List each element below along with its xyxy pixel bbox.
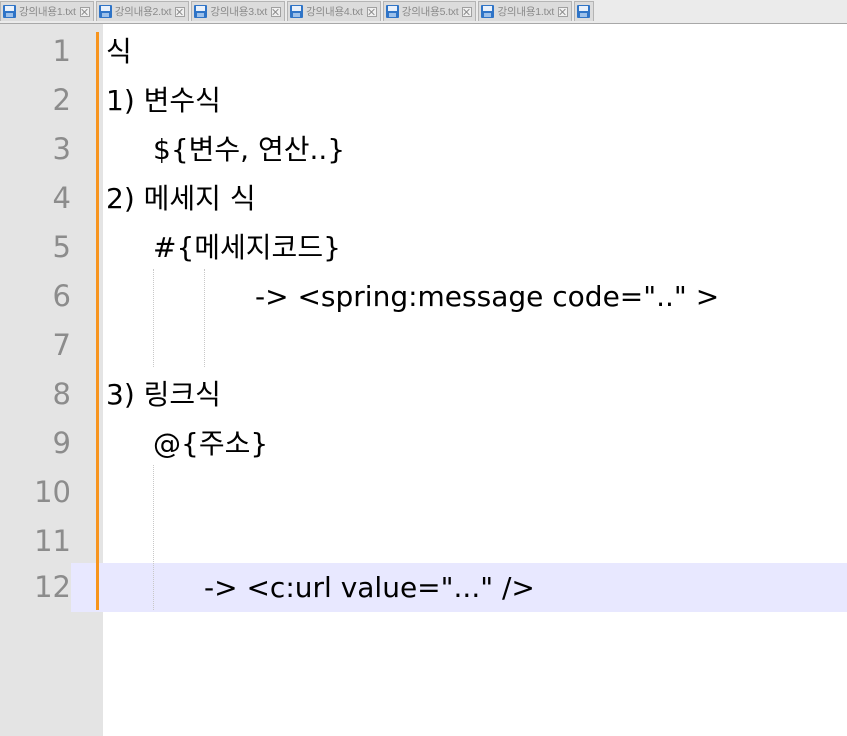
floppy-disk-icon [3,5,16,18]
line-number: 11 [34,524,71,558]
tab-label: 강의내용5.txt [401,6,459,18]
current-line-highlight[interactable]: 12 -> <c:url value="..." /> [0,563,847,612]
floppy-disk-icon [481,5,495,18]
close-icon[interactable] [271,6,282,17]
editor-line[interactable]: 9 @{주소} [0,419,847,468]
floppy-disk-icon [385,5,399,18]
tab-file-3[interactable]: 강의내용3.txt [191,1,286,21]
line-number: 2 [52,83,71,117]
line-text[interactable]: ${변수, 연산..} [153,125,345,174]
line-text[interactable]: -> <spring:message code=".." > [255,272,719,321]
line-text[interactable]: -> <c:url value="..." /> [204,563,535,612]
editor-line[interactable]: 1 식 [0,27,847,76]
floppy-disk-icon [194,5,208,18]
line-text[interactable]: #{메세지코드} [153,223,341,272]
editor-line[interactable]: 6 -> <spring:message code=".." > [0,272,847,321]
text-editor[interactable]: 1 식 2 1) 변수식 3 ${변수, 연산..} 4 2) 메세지 식 5 … [0,24,847,736]
tab-bar: 강의내용1.txt 강의내용2.txt 강의내용3.txt 강의내용4.txt … [0,0,847,24]
tab-label: 강의내용2.txt [114,6,172,18]
line-number: 6 [52,279,71,313]
indent-guide [204,269,205,367]
line-number: 1 [52,34,71,68]
editor-line[interactable]: 10 [0,468,847,517]
tab-label: 강의내용4.txt [306,6,363,18]
line-text[interactable]: 3) 링크식 [106,370,221,419]
line-number: 8 [52,377,71,411]
floppy-disk-icon [98,5,112,18]
editor-line[interactable]: 7 [0,321,847,370]
line-number: 9 [52,426,71,460]
editor-line[interactable]: 3 ${변수, 연산..} [0,125,847,174]
line-number: 3 [52,132,71,166]
tab-file-7[interactable] [574,1,595,21]
change-history-marker [96,32,99,610]
indent-guide [153,269,154,367]
line-text[interactable]: @{주소} [153,419,268,468]
close-icon[interactable] [366,6,377,17]
editor-line[interactable]: 2 1) 변수식 [0,76,847,125]
line-text[interactable]: 식 [106,27,132,76]
close-icon[interactable] [175,6,186,17]
floppy-disk-icon [290,5,304,18]
close-icon[interactable] [462,6,473,17]
tab-file-5[interactable]: 강의내용5.txt [382,1,477,21]
indent-guide [153,465,154,610]
line-text[interactable]: 2) 메세지 식 [106,174,256,223]
tab-file-6[interactable]: 강의내용1.txt [478,1,573,21]
tab-file-1[interactable]: 강의내용1.txt [0,1,94,21]
close-icon[interactable] [79,6,90,17]
editor-line[interactable]: 11 [0,517,847,566]
line-number: 4 [52,181,71,215]
line-text[interactable]: 1) 변수식 [106,76,221,125]
floppy-disk-icon [577,5,591,18]
tab-label: 강의내용1.txt [19,6,76,18]
editor-line[interactable]: 4 2) 메세지 식 [0,174,847,223]
tab-label: 강의내용3.txt [210,6,268,18]
tab-label: 강의내용1.txt [497,6,555,18]
line-number: 5 [52,230,71,264]
line-number: 10 [34,475,71,509]
line-number: 12 [0,563,71,612]
editor-line[interactable]: 5 #{메세지코드} [0,223,847,272]
tab-file-2[interactable]: 강의내용2.txt [95,1,190,21]
editor-line[interactable]: 8 3) 링크식 [0,370,847,419]
close-icon[interactable] [558,6,569,17]
line-number: 7 [52,328,71,362]
tab-file-4[interactable]: 강의내용4.txt [287,1,381,21]
